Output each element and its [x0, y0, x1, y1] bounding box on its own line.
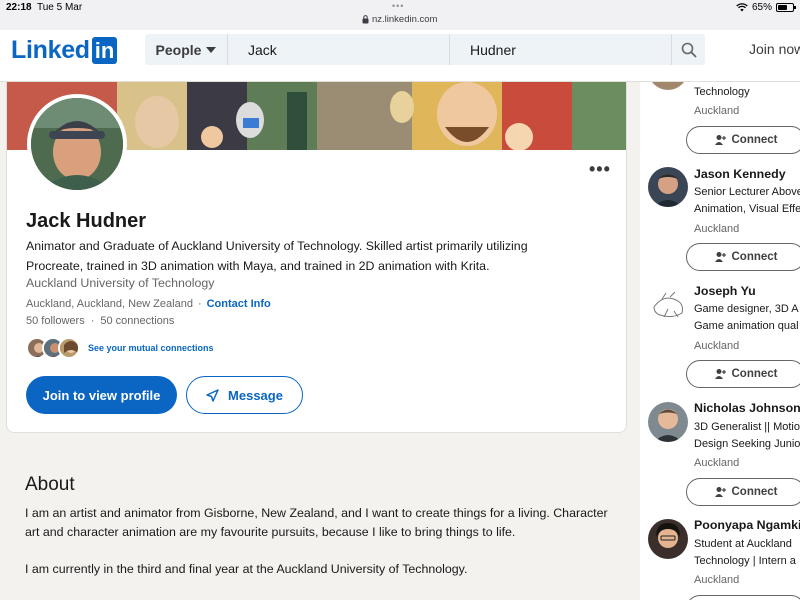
person-name[interactable]: Nicholas Johnson: [694, 401, 800, 415]
about-paragraph: I am currently in the third and final ye…: [25, 562, 468, 576]
connect-button[interactable]: Connect: [686, 478, 800, 506]
contact-info-link[interactable]: Contact Info: [207, 298, 271, 310]
join-now-link[interactable]: Join now: [749, 41, 800, 57]
person-title: Student at Auckland: [694, 538, 792, 550]
add-person-icon: [714, 487, 726, 497]
person-title: Game designer, 3D A: [694, 303, 799, 315]
mutual-connections[interactable]: See your mutual connections: [26, 337, 214, 359]
mutual-avatar: [58, 337, 80, 359]
message-button[interactable]: Message: [186, 376, 303, 414]
send-icon: [206, 388, 219, 402]
connect-button[interactable]: [686, 595, 800, 600]
linkedin-logo[interactable]: Linked in: [11, 36, 118, 65]
connect-label: Connect: [731, 486, 778, 498]
person-title: Technology | Intern a: [694, 555, 796, 567]
add-person-icon: [714, 135, 726, 145]
lock-icon: [362, 15, 369, 24]
multitask-dots-icon[interactable]: •••: [392, 1, 404, 11]
connect-label: Connect: [731, 251, 778, 263]
status-time: 22:18: [6, 2, 32, 13]
wifi-icon: [736, 3, 748, 12]
person-title: Senior Lecturer Above: [694, 186, 800, 198]
about-heading: About: [25, 474, 75, 495]
person-title: Game animation qual: [694, 320, 799, 332]
status-indicators: 65%: [736, 2, 796, 13]
message-button-label: Message: [228, 387, 283, 403]
address-bar[interactable]: nz.linkedin.com: [362, 14, 437, 25]
location-row: Auckland, Auckland, New Zealand · Contac…: [26, 298, 271, 310]
battery-percent: 65%: [751, 2, 772, 13]
connect-button[interactable]: Connect: [686, 243, 800, 271]
followers-count: 50 followers: [26, 315, 85, 327]
person-name[interactable]: Poonyapa Ngamki: [694, 518, 800, 532]
search-icon: [681, 42, 697, 58]
profile-card: ••• Jack Hudner Animator and Graduate of…: [6, 82, 627, 433]
about-paragraph: I am an artist and animator from Gisborn…: [25, 506, 608, 539]
connect-label: Connect: [731, 134, 778, 146]
mutual-connections-link[interactable]: See your mutual connections: [88, 343, 214, 353]
connect-button[interactable]: Connect: [686, 360, 800, 388]
separator-dot: ·: [197, 298, 202, 310]
profile-school[interactable]: Auckland University of Technology: [26, 276, 214, 290]
person-photo[interactable]: [648, 519, 688, 559]
connect-button[interactable]: Connect: [686, 126, 800, 154]
battery-icon: [776, 3, 796, 12]
person-name[interactable]: Jason Kennedy: [694, 167, 786, 181]
logo-box: in: [91, 37, 118, 64]
caret-down-icon: [206, 46, 217, 53]
person-location: Auckland: [694, 574, 740, 586]
about-body: I am an artist and animator from Gisborn…: [25, 504, 615, 579]
ios-status-bar: 22:18 Tue 5 Mar ••• nz.linkedin.com 65%: [0, 0, 800, 30]
join-to-view-profile-button[interactable]: Join to view profile: [26, 376, 177, 414]
person-title: Technology: [694, 86, 750, 98]
person-title: Animation, Visual Effe: [694, 203, 800, 215]
search-type-dropdown[interactable]: People: [145, 34, 228, 65]
person-photo[interactable]: [648, 82, 688, 90]
connect-label: Connect: [731, 368, 778, 380]
follow-stats: 50 followers · 50 connections: [26, 315, 174, 327]
last-name-input[interactable]: Hudner: [450, 34, 672, 65]
people-search-bar: People Jack Hudner: [145, 34, 705, 65]
person-title: Design Seeking Junio: [694, 438, 800, 450]
connections-count: 50 connections: [100, 315, 175, 327]
person-photo[interactable]: [648, 167, 688, 207]
profile-name: Jack Hudner: [26, 210, 147, 232]
search-type-label: People: [155, 41, 202, 58]
status-date: Tue 5 Mar: [37, 2, 83, 13]
person-location: Auckland: [694, 457, 740, 469]
person-title: 3D Generalist || Motio: [694, 421, 800, 433]
add-person-icon: [714, 369, 726, 379]
search-button[interactable]: [672, 34, 705, 65]
separator-dot: ·: [90, 315, 95, 327]
person-location: Auckland: [694, 105, 740, 117]
people-also-viewed: Technology Auckland Connect Jason Kenned…: [640, 82, 800, 600]
person-photo[interactable]: [648, 402, 688, 442]
more-options-icon[interactable]: •••: [589, 160, 611, 178]
person-photo[interactable]: [648, 285, 688, 325]
person-name[interactable]: Joseph Yu: [694, 284, 756, 298]
profile-avatar[interactable]: [27, 94, 127, 194]
profile-headline: Animator and Graduate of Auckland Univer…: [26, 239, 528, 273]
address-url: nz.linkedin.com: [372, 14, 438, 25]
profile-location: Auckland, Auckland, New Zealand: [26, 298, 193, 310]
add-person-icon: [714, 252, 726, 262]
person-location: Auckland: [694, 340, 740, 352]
first-name-input[interactable]: Jack: [228, 34, 450, 65]
person-location: Auckland: [694, 223, 740, 235]
logo-text: Linked: [11, 36, 90, 64]
top-nav: Linked in People Jack Hudner Join now: [0, 30, 800, 82]
